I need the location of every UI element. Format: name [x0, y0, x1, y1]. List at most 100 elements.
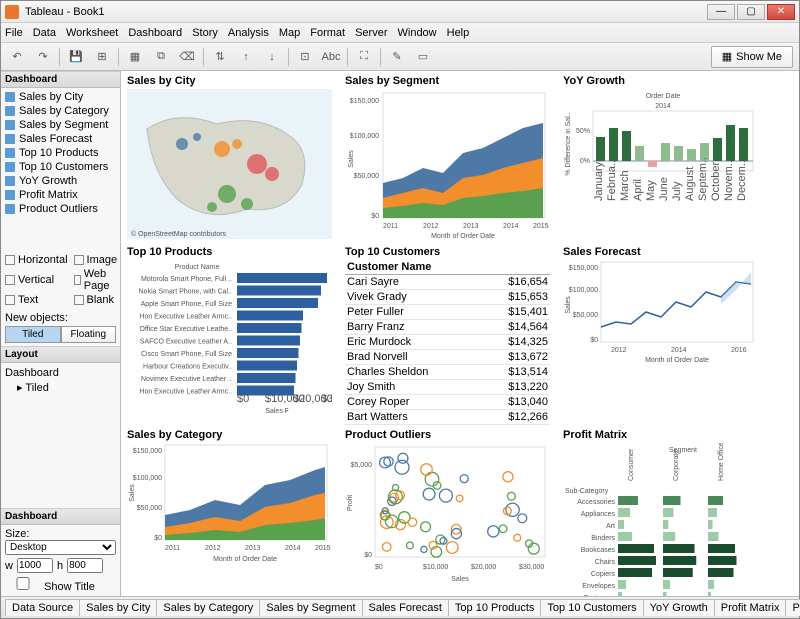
menu-dashboard[interactable]: Dashboard	[128, 27, 182, 39]
menu-data[interactable]: Data	[33, 27, 56, 39]
table-row: Joy Smith$13,220	[345, 380, 550, 395]
svg-text:Office Star Executive Leathe..: Office Star Executive Leathe..	[140, 326, 233, 333]
tab[interactable]: Top 10 Products	[448, 599, 542, 616]
tiled-button[interactable]: Tiled	[5, 326, 61, 343]
menu-help[interactable]: Help	[447, 27, 470, 39]
tab[interactable]: Product Outliers	[785, 599, 800, 616]
svg-text:$0: $0	[154, 535, 162, 542]
save-icon[interactable]: 💾	[66, 47, 86, 67]
svg-text:2011: 2011	[165, 545, 180, 552]
chart-yoy-growth[interactable]: YoY Growth Order Date 2014	[563, 75, 763, 242]
group-icon[interactable]: ⊡	[295, 47, 315, 67]
sheet-item[interactable]: Sales by City	[1, 90, 120, 104]
svg-text:Sub-Category: Sub-Category	[565, 488, 609, 495]
fit-icon[interactable]: ⛶	[354, 47, 374, 67]
menu-worksheet[interactable]: Worksheet	[66, 27, 118, 39]
presentation-icon[interactable]: ▭	[413, 47, 433, 67]
svg-text:$20,000: $20,000	[471, 564, 496, 571]
svg-text:Decem..: Decem..	[736, 160, 748, 201]
sheet-icon	[5, 176, 15, 186]
sheet-item[interactable]: Sales by Segment	[1, 118, 120, 132]
tab[interactable]: Sales by Segment	[259, 599, 362, 616]
menu-server[interactable]: Server	[355, 27, 387, 39]
tab-data-source[interactable]: Data Source	[5, 599, 80, 616]
duplicate-icon[interactable]: ⧉	[151, 47, 171, 67]
tab[interactable]: Top 10 Customers	[540, 599, 643, 616]
h-input[interactable]	[67, 558, 103, 573]
chart-sales-by-city[interactable]: Sales by City © OpenStreetMap contributo…	[127, 75, 337, 242]
layout-child[interactable]: ▸ Tiled	[5, 380, 116, 395]
maximize-button[interactable]: ▢	[737, 4, 765, 20]
label-icon[interactable]: Abc	[321, 47, 341, 67]
obj-image[interactable]: Image	[74, 254, 118, 266]
sheet-item[interactable]: Product Outliers	[1, 202, 120, 216]
svg-text:$30,000: $30,000	[519, 564, 544, 571]
obj-web[interactable]: Web Page	[74, 268, 118, 292]
sheet-icon	[5, 148, 15, 158]
menu-format[interactable]: Format	[310, 27, 345, 39]
category-area-chart: $0 $50,000 $100,000 $150,000 2011 2012 2…	[127, 443, 332, 563]
sheet-item[interactable]: Sales by Category	[1, 104, 120, 118]
chart-sales-by-segment[interactable]: Sales by Segment $0 $50,000 $100,000 $15…	[345, 75, 555, 242]
sort-desc-icon[interactable]: ↓	[262, 47, 282, 67]
svg-text:Apple Smart Phone, Full Size: Apple Smart Phone, Full Size	[141, 301, 233, 308]
svg-text:Sales: Sales	[565, 296, 572, 314]
highlight-icon[interactable]: ✎	[387, 47, 407, 67]
menu-file[interactable]: File	[5, 27, 23, 39]
size-select[interactable]: Desktop	[5, 540, 116, 555]
sheet-item[interactable]: YoY Growth	[1, 174, 120, 188]
scatter-chart: $0 $5,000 $0 $10,000 $20,000 $30,000 Sal…	[345, 443, 550, 583]
floating-button[interactable]: Floating	[61, 326, 117, 343]
sheet-item[interactable]: Profit Matrix	[1, 188, 120, 202]
swap-icon[interactable]: ⇅	[210, 47, 230, 67]
chart-top-10-products[interactable]: Top 10 Products Product Name Motorola Sm…	[127, 246, 337, 425]
dashboard-panel-header: Dashboard	[1, 71, 120, 88]
chart-product-outliers[interactable]: Product Outliers $0 $5,000 $0 $10,000 $2…	[345, 429, 555, 596]
svg-text:January: January	[593, 161, 605, 201]
area-chart: $0 $50,000 $100,000 $150,000 2011 2012 2…	[345, 89, 550, 239]
menu-analysis[interactable]: Analysis	[228, 27, 269, 39]
redo-icon[interactable]: ↷	[33, 47, 53, 67]
chart-profit-matrix[interactable]: Profit Matrix Segment Consumer Corporate…	[563, 429, 763, 596]
sheet-tabs: Data Source Sales by City Sales by Categ…	[1, 596, 799, 618]
svg-text:2011: 2011	[383, 223, 398, 230]
tab[interactable]: Sales by Category	[156, 599, 260, 616]
menu-window[interactable]: Window	[398, 27, 437, 39]
tab[interactable]: Profit Matrix	[714, 599, 787, 616]
menu-story[interactable]: Story	[192, 27, 218, 39]
obj-horizontal[interactable]: Horizontal	[5, 254, 68, 266]
new-worksheet-icon[interactable]: ▦	[125, 47, 145, 67]
svg-text:Chairs: Chairs	[595, 559, 616, 566]
tab[interactable]: Sales Forecast	[362, 599, 449, 616]
close-button[interactable]: ✕	[767, 4, 795, 20]
h-label: h	[57, 560, 63, 572]
svg-text:Product Name: Product Name	[175, 264, 220, 271]
sort-asc-icon[interactable]: ↑	[236, 47, 256, 67]
w-input[interactable]	[17, 558, 53, 573]
show-me-button[interactable]: ▦ Show Me	[711, 46, 793, 68]
menu-map[interactable]: Map	[279, 27, 300, 39]
chart-sales-by-category[interactable]: Sales by Category $0 $50,000 $100,000 $1…	[127, 429, 337, 596]
tab[interactable]: Sales by City	[79, 599, 157, 616]
chart-top-10-customers[interactable]: Top 10 Customers Customer Name Cari Sayr…	[345, 246, 555, 425]
minimize-button[interactable]: —	[707, 4, 735, 20]
show-title-checkbox[interactable]	[5, 577, 41, 590]
tab[interactable]: YoY Growth	[643, 599, 715, 616]
layout-root[interactable]: Dashboard	[5, 366, 116, 380]
obj-blank[interactable]: Blank	[74, 294, 118, 306]
svg-text:Home Office: Home Office	[718, 443, 725, 481]
clear-icon[interactable]: ⌫	[177, 47, 197, 67]
svg-text:Sales: Sales	[451, 576, 469, 583]
sheet-item[interactable]: Top 10 Products	[1, 146, 120, 160]
sheet-item[interactable]: Top 10 Customers	[1, 160, 120, 174]
dashboard-size-header: Dashboard	[1, 508, 120, 525]
new-data-icon[interactable]: ⊞	[92, 47, 112, 67]
svg-text:Novimex Executive Leather ..: Novimex Executive Leather ..	[141, 376, 232, 383]
obj-vertical[interactable]: Vertical	[5, 268, 68, 292]
svg-text:$0: $0	[375, 564, 383, 571]
undo-icon[interactable]: ↶	[7, 47, 27, 67]
obj-text[interactable]: Text	[5, 294, 68, 306]
table-row: Peter Fuller$15,401	[345, 305, 550, 320]
sheet-item[interactable]: Sales Forecast	[1, 132, 120, 146]
chart-sales-forecast[interactable]: Sales Forecast $0 $50,000 $100,000 $150,…	[563, 246, 763, 425]
